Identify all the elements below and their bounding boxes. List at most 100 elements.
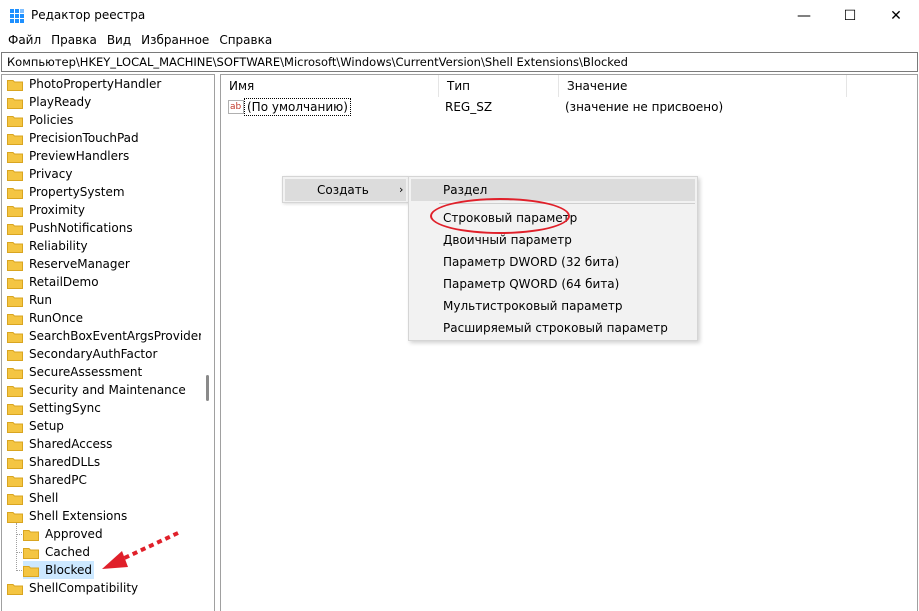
tree-item-label: SecondaryAuthFactor [29, 347, 158, 361]
tree-item[interactable]: PushNotifications [7, 219, 135, 237]
folder-icon [7, 115, 23, 127]
folder-icon [7, 223, 23, 235]
tree-item[interactable]: PhotoPropertyHandler [7, 75, 163, 93]
tree-item-label: RetailDemo [29, 275, 99, 289]
tree-item-label: SettingSync [29, 401, 101, 415]
tree-scrollbar-thumb[interactable] [206, 375, 209, 401]
menu-view[interactable]: Вид [102, 31, 136, 51]
tree-item[interactable]: Privacy [7, 165, 74, 183]
value-row[interactable]: ab (По умолчанию) REG_SZ (значение не пр… [221, 98, 861, 116]
tree-item-label: PropertySystem [29, 185, 125, 199]
svg-text:ab: ab [230, 102, 242, 112]
tree-item[interactable]: Setup [7, 417, 66, 435]
menu-item-create[interactable]: Создать › [285, 179, 406, 201]
close-icon: ✕ [890, 7, 902, 24]
folder-icon [7, 583, 23, 595]
column-type-header[interactable]: Тип [439, 75, 559, 97]
folder-icon [7, 493, 23, 505]
folder-icon [7, 151, 23, 163]
tree-item-label: Run [29, 293, 53, 307]
column-name-header[interactable]: Имя [221, 75, 439, 97]
folder-icon [7, 421, 23, 433]
menu-favorites[interactable]: Избранное [136, 31, 214, 51]
folder-icon [7, 169, 23, 181]
tree-item-label: SearchBoxEventArgsProvider [29, 329, 204, 343]
tree-item-label: PreviewHandlers [29, 149, 130, 163]
tree-item[interactable]: Reliability [7, 237, 90, 255]
tree-item[interactable]: Run [7, 291, 54, 309]
tree-item[interactable]: PrecisionTouchPad [7, 129, 141, 147]
tree-item[interactable]: ReserveManager [7, 255, 132, 273]
menu-bar: Файл Правка Вид Избранное Справка [0, 31, 919, 51]
folder-icon [7, 205, 23, 217]
tree-item-label: RunOnce [29, 311, 84, 325]
menu-item-key[interactable]: Раздел [411, 179, 695, 201]
tree-item[interactable]: SettingSync [7, 399, 103, 417]
folder-icon [7, 133, 23, 145]
folder-icon [23, 565, 39, 577]
maximize-button[interactable]: ☐ [827, 0, 873, 31]
folder-icon [7, 187, 23, 199]
tree-item[interactable]: Shell [7, 489, 60, 507]
tree-item[interactable]: SecondaryAuthFactor [7, 345, 159, 363]
menu-item-multi-string-value[interactable]: Мультистроковый параметр [411, 295, 695, 317]
tree-item[interactable]: RetailDemo [7, 273, 101, 291]
create-submenu: Раздел Строковый параметр Двоичный парам… [408, 176, 698, 341]
tree-item[interactable]: PreviewHandlers [7, 147, 131, 165]
tree-item[interactable]: PlayReady [7, 93, 93, 111]
folder-icon [7, 313, 23, 325]
tree-item[interactable]: SharedAccess [7, 435, 114, 453]
tree-item[interactable]: Security and Maintenance [7, 381, 188, 399]
tree-item[interactable]: PropertySystem [7, 183, 127, 201]
minimize-button[interactable]: — [781, 0, 827, 31]
tree-item[interactable]: Blocked [23, 561, 95, 579]
tree-item[interactable]: Policies [7, 111, 75, 129]
tree-item[interactable]: Proximity [7, 201, 87, 219]
address-bar[interactable]: Компьютер\HKEY_LOCAL_MACHINE\SOFTWARE\Mi… [1, 52, 918, 72]
values-list[interactable]: Имя Тип Значение ab (По умолчанию) REG_S… [220, 74, 918, 611]
tree-item-label: Security and Maintenance [29, 383, 186, 397]
tree-item-label: Privacy [29, 167, 73, 181]
column-value-header[interactable]: Значение [559, 75, 847, 97]
tree-item[interactable]: SharedDLLs [7, 453, 102, 471]
folder-icon [23, 529, 39, 541]
title-bar: Редактор реестра — ☐ ✕ [0, 0, 919, 31]
tree-item-label: Blocked [43, 563, 95, 577]
string-value-icon: ab [228, 100, 244, 114]
folder-icon [7, 367, 23, 379]
menu-item-dword-value[interactable]: Параметр DWORD (32 бита) [411, 251, 695, 273]
menu-item-binary-value[interactable]: Двоичный параметр [411, 229, 695, 251]
menu-file[interactable]: Файл [3, 31, 46, 51]
tree-item-label: Shell [29, 491, 59, 505]
tree-item[interactable]: SecureAssessment [7, 363, 144, 381]
tree-item[interactable]: Cached [23, 543, 92, 561]
value-data: (значение не присвоено) [565, 100, 724, 114]
folder-icon [7, 511, 23, 523]
tree-item-label: SharedDLLs [29, 455, 101, 469]
close-button[interactable]: ✕ [873, 0, 919, 31]
tree-item[interactable]: RunOnce [7, 309, 85, 327]
context-menu: Создать › [282, 176, 409, 203]
folder-icon [7, 295, 23, 307]
tree-item-label: Reliability [29, 239, 88, 253]
tree-item[interactable]: ShellCompatibility [7, 579, 140, 597]
folder-icon [7, 259, 23, 271]
tree-item[interactable]: SharedPC [7, 471, 89, 489]
tree-item-label: Shell Extensions [29, 509, 128, 523]
tree-item[interactable]: Shell Extensions [7, 507, 129, 525]
menu-edit[interactable]: Правка [46, 31, 102, 51]
menu-item-expandable-string-value[interactable]: Расширяемый строковый параметр [411, 317, 695, 339]
tree-item-label: Setup [29, 419, 64, 433]
tree-item-label: ReserveManager [29, 257, 130, 271]
folder-icon [7, 241, 23, 253]
tree-item-label: SecureAssessment [29, 365, 143, 379]
folder-icon [7, 79, 23, 91]
pointer-arrow-icon [102, 531, 179, 569]
tree-scrollbar[interactable] [201, 75, 214, 611]
tree-item-label: PlayReady [29, 95, 92, 109]
folder-icon [7, 331, 23, 343]
menu-help[interactable]: Справка [214, 31, 277, 51]
menu-item-qword-value[interactable]: Параметр QWORD (64 бита) [411, 273, 695, 295]
tree-item[interactable]: SearchBoxEventArgsProvider [7, 327, 205, 345]
folder-icon [7, 439, 23, 451]
